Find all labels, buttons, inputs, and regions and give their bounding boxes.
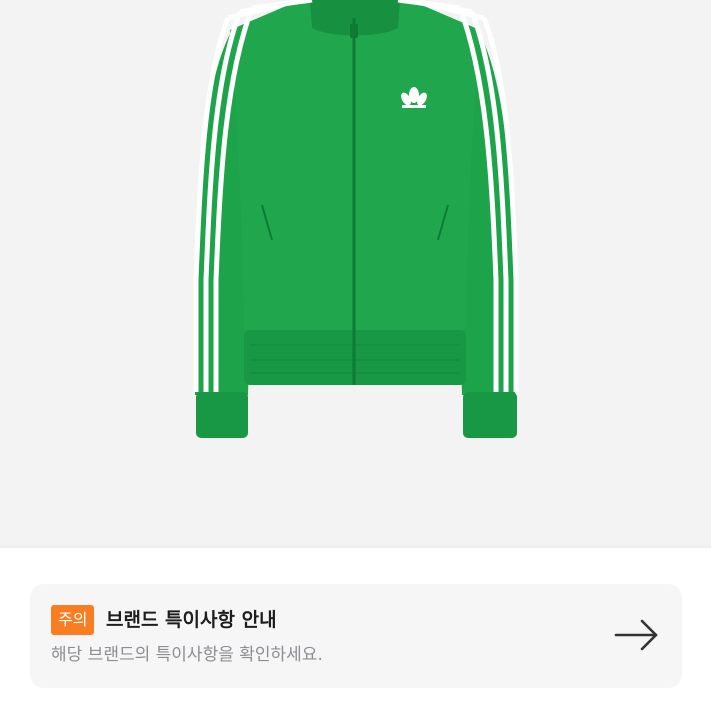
warning-badge: 주의 [51, 605, 95, 635]
product-detail-screen: 주의 브랜드 특이사항 안내 해당 브랜드의 특이사항을 확인하세요. [0, 0, 711, 711]
product-image[interactable] [0, 0, 711, 546]
brand-notice-card[interactable]: 주의 브랜드 특이사항 안내 해당 브랜드의 특이사항을 확인하세요. [30, 584, 682, 688]
green-track-jacket-image [193, 0, 519, 438]
section-divider [0, 546, 711, 548]
notice-description: 해당 브랜드의 특이사항을 확인하세요. [51, 645, 323, 665]
arrow-right-icon[interactable] [614, 617, 660, 653]
notice-title: 브랜드 특이사항 안내 [106, 609, 277, 631]
